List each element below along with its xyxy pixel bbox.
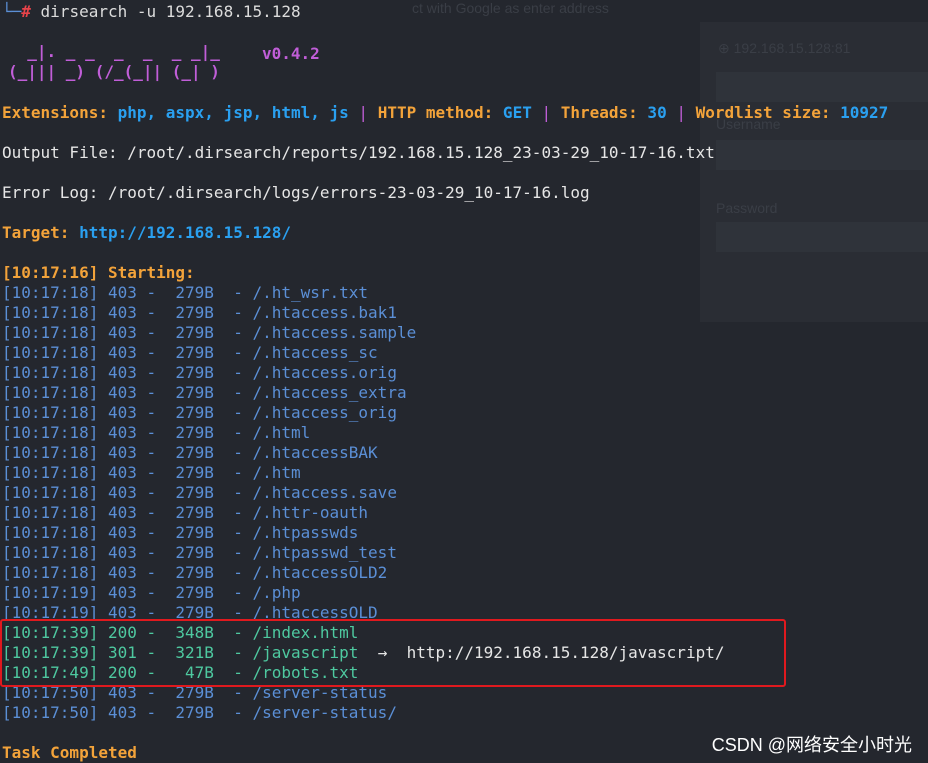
prompt-tree: └─ xyxy=(2,2,22,21)
result-text: [10:17:18] 403 - 279B - /.htaccess_sc xyxy=(2,343,378,362)
result-line: [10:17:18] 403 - 279B - /.htaccess_extra xyxy=(2,383,407,403)
wordlist-label: Wordlist size: xyxy=(695,103,831,122)
threads-value: 30 xyxy=(637,103,667,122)
extensions-value: php, aspx, jsp, html, js xyxy=(107,103,349,122)
threads-label: Threads: xyxy=(560,103,638,122)
result-text: [10:17:18] 403 - 279B - /.htm xyxy=(2,463,301,482)
shell-prompt: └─# dirsearch -u 192.168.15.128 xyxy=(2,0,301,24)
output-file-line: Output File: /root/.dirsearch/reports/19… xyxy=(2,143,715,162)
result-line: [10:17:18] 403 - 279B - /.htpasswds xyxy=(2,523,358,543)
result-text: [10:17:18] 403 - 279B - /.htaccess.bak1 xyxy=(2,303,397,322)
result-text: [10:17:18] 403 - 279B - /.htaccessOLD2 xyxy=(2,563,388,582)
prompt-hash: # xyxy=(21,2,31,21)
target-label: Target: xyxy=(2,223,70,242)
method-label: HTTP method: xyxy=(377,103,494,122)
background-password-input xyxy=(716,222,928,252)
task-completed-line: Task Completed xyxy=(2,743,137,762)
extensions-label: Extensions: xyxy=(2,103,108,122)
starting-line: [10:17:16] Starting: xyxy=(2,263,195,282)
result-line: [10:17:50] 403 - 279B - /server-status/ xyxy=(2,703,397,723)
result-text: [10:17:18] 403 - 279B - /.ht_wsr.txt xyxy=(2,283,369,302)
result-line: [10:17:18] 403 - 279B - /.htaccess.orig xyxy=(2,363,397,383)
separator: | xyxy=(348,103,378,122)
logo-line-1: _|. _ _ _ _ _ _|_ xyxy=(8,42,220,61)
result-text: [10:17:18] 403 - 279B - /.httr-oauth xyxy=(2,503,369,522)
csdn-watermark: CSDN @网络安全小时光 xyxy=(711,735,912,755)
result-line: [10:17:18] 403 - 279B - /.htaccess_sc xyxy=(2,343,378,363)
version-label: v0.4.2 xyxy=(262,44,320,63)
config-line: Extensions: php, aspx, jsp, html, js | H… xyxy=(2,103,888,123)
highlight-box xyxy=(0,619,786,687)
result-line: [10:17:18] 403 - 279B - /.html xyxy=(2,423,310,443)
method-value: GET xyxy=(493,103,532,122)
wordlist-value: 10927 xyxy=(830,103,889,122)
result-line: [10:17:18] 403 - 279B - /.htaccess_orig xyxy=(2,403,397,423)
result-text: [10:17:50] 403 - 279B - /server-status/ xyxy=(2,703,397,722)
result-line: [10:17:18] 403 - 279B - /.httr-oauth xyxy=(2,503,368,523)
separator: | xyxy=(666,103,696,122)
background-input xyxy=(716,72,928,102)
result-text: [10:17:18] 403 - 279B - /.htpasswds xyxy=(2,523,359,542)
result-line: [10:17:18] 403 - 279B - /.htaccess.save xyxy=(2,483,397,503)
result-text: [10:17:18] 403 - 279B - /.htaccess_orig xyxy=(2,403,397,422)
result-line: [10:17:19] 403 - 279B - /.php xyxy=(2,583,301,603)
background-host-label: ⊕ 192.168.15.128:81 xyxy=(718,40,851,56)
error-log-line: Error Log: /root/.dirsearch/logs/errors-… xyxy=(2,183,590,202)
result-line: [10:17:18] 403 - 279B - /.htm xyxy=(2,463,301,483)
result-text: [10:17:19] 403 - 279B - /.php xyxy=(2,583,301,602)
logo-line-2: (_||| _) (/_(_|| (_| ) xyxy=(8,62,220,81)
result-text: [10:17:18] 403 - 279B - /.htaccess_extra xyxy=(2,383,407,402)
result-line: [10:17:18] 403 - 279B - /.ht_wsr.txt xyxy=(2,283,368,303)
result-line: [10:17:18] 403 - 279B - /.htaccess.bak1 xyxy=(2,303,397,323)
result-text: [10:17:18] 403 - 279B - /.htaccess.save xyxy=(2,483,397,502)
result-line: [10:17:18] 403 - 279B - /.htaccess.sampl… xyxy=(2,323,416,343)
result-text: [10:17:18] 403 - 279B - /.htpasswd_test xyxy=(2,543,397,562)
target-url: http://192.168.15.128/ xyxy=(69,223,291,242)
result-text: [10:17:18] 403 - 279B - /.htaccess.orig xyxy=(2,363,397,382)
background-password-label: Password xyxy=(716,200,778,216)
result-line: [10:17:18] 403 - 279B - /.htaccessBAK xyxy=(2,443,378,463)
dirsearch-logo: _|. _ _ _ _ _ _|_ (_||| _) (/_(_|| (_| ) xyxy=(8,42,220,82)
target-line: Target: http://192.168.15.128/ xyxy=(2,223,291,243)
background-hint-text: ct with Google as enter address xyxy=(412,0,609,16)
background-login-panel xyxy=(700,22,928,322)
prompt-command: dirsearch -u 192.168.15.128 xyxy=(30,2,301,21)
result-line: [10:17:18] 403 - 279B - /.htaccessOLD2 xyxy=(2,563,387,583)
result-text: [10:17:18] 403 - 279B - /.htaccess.sampl… xyxy=(2,323,417,342)
result-text: [10:17:18] 403 - 279B - /.html xyxy=(2,423,311,442)
separator: | xyxy=(531,103,561,122)
result-line: [10:17:18] 403 - 279B - /.htpasswd_test xyxy=(2,543,397,563)
result-text: [10:17:18] 403 - 279B - /.htaccessBAK xyxy=(2,443,378,462)
background-username-input xyxy=(716,140,928,170)
